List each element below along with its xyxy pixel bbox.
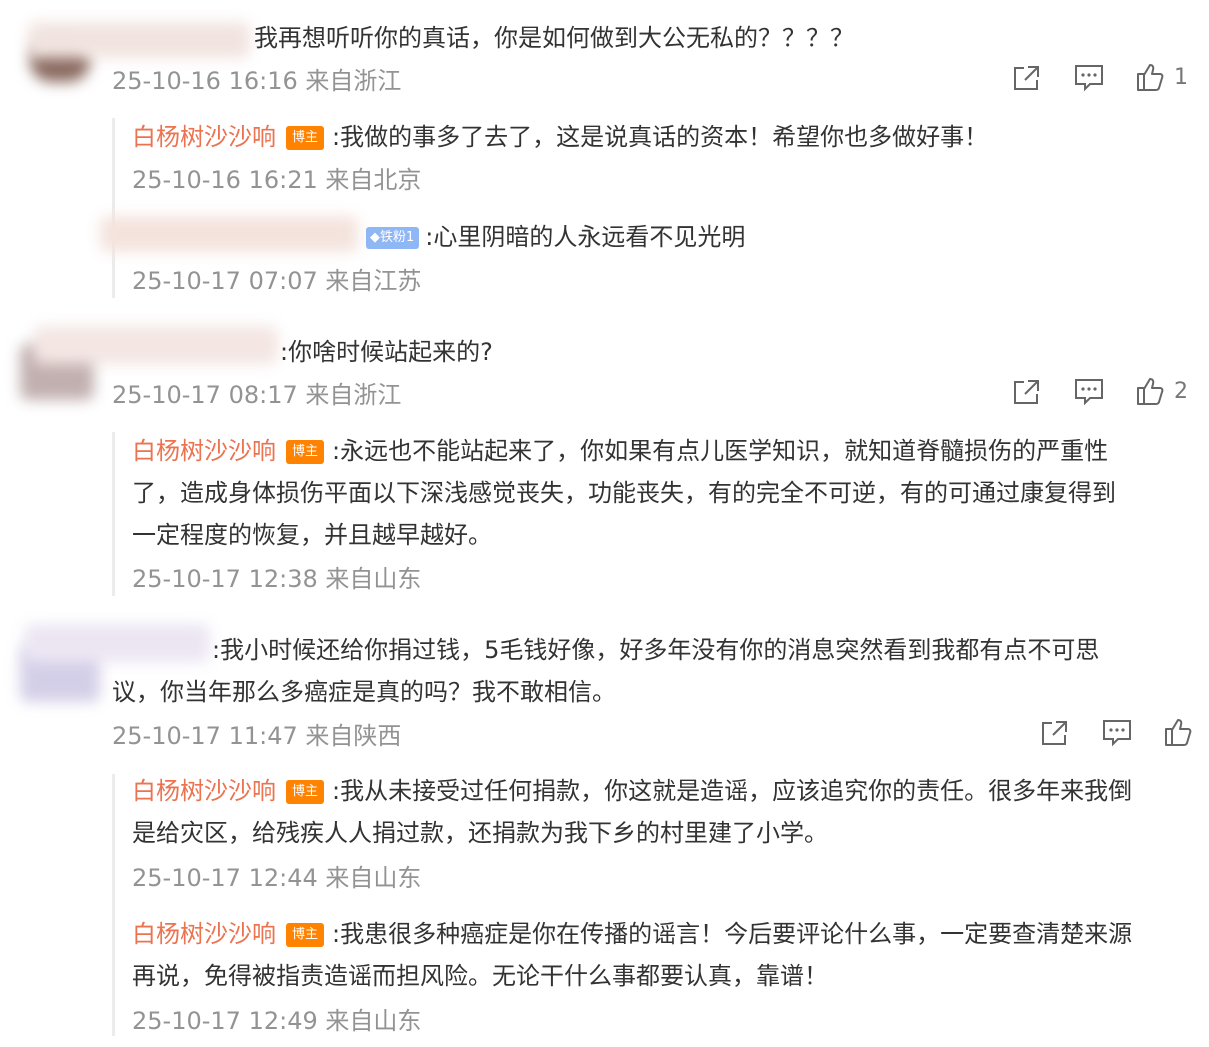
reply-meta: 25-10-16 16:21 来自北京 xyxy=(132,166,422,194)
comment-button[interactable] xyxy=(1074,64,1104,92)
reply-text-line: 了，造成身体损伤平面以下深浅感觉丧失，功能丧失，有的完全不可逆，有的可通过康复得… xyxy=(132,479,1116,507)
comment-icon xyxy=(1103,720,1131,747)
like-count: 1 xyxy=(1174,64,1188,90)
comment-icon xyxy=(1075,379,1103,406)
host-badge: 博主 xyxy=(286,923,324,947)
comment-meta: 25-10-17 08:17 来自浙江 xyxy=(112,381,402,409)
comment-icon xyxy=(1075,65,1103,92)
comment-text: :你啥时候站起来的? xyxy=(280,338,493,366)
like-count: 2 xyxy=(1174,378,1188,404)
reply-text-line: 是给灾区，给残疾人人捐过款，还捐款为我下乡的村里建了小学。 xyxy=(132,819,828,847)
comment-button[interactable] xyxy=(1102,719,1132,747)
reply-text-line: :我患很多种癌症是你在传播的谣言！今后要评论什么事，一定要查清楚来源 xyxy=(332,920,1133,948)
host-badge: 博主 xyxy=(286,126,324,150)
reply-text: :我做的事多了去了，这是说真话的资本！希望你也多做好事！ xyxy=(332,123,989,151)
reply-text-line: 一定程度的恢复，并且越早越好。 xyxy=(132,521,492,549)
like-button[interactable]: 2 xyxy=(1136,376,1188,406)
share-button[interactable] xyxy=(1040,719,1070,747)
host-badge: 博主 xyxy=(286,440,324,464)
share-icon xyxy=(1014,380,1039,404)
reply-2-1: 白杨树沙沙响 博主 :永远也不能站起来了，你如果有点儿医学知识，就知道脊髓损伤的严重… xyxy=(132,430,1192,556)
comment-text: :我小时候还给你捐过钱，5毛钱好像，好多年没有你的消息突然看到我都有点不可思 议… xyxy=(112,629,1192,713)
username-blurred[interactable] xyxy=(100,216,358,252)
diamond-icon: ◆ xyxy=(370,230,380,245)
share-button[interactable] xyxy=(1012,378,1042,406)
like-button[interactable] xyxy=(1164,717,1192,747)
reply-meta: 25-10-17 12:49 来自山东 xyxy=(132,1007,422,1035)
like-icon xyxy=(1137,64,1164,91)
like-icon xyxy=(1165,719,1192,746)
username-blurred[interactable] xyxy=(28,22,250,58)
reply-3-2: 白杨树沙沙响 博主 :我患很多种癌症是你在传播的谣言！今后要评论什么事，一定要查清楚… xyxy=(132,913,1192,997)
comment-meta: 25-10-17 11:47 来自陕西 xyxy=(112,722,402,750)
reply-author[interactable]: 白杨树沙沙响 xyxy=(132,437,276,465)
fan-badge: ◆铁粉1 xyxy=(366,227,420,249)
reply-author[interactable]: 白杨树沙沙响 xyxy=(132,123,276,151)
comment-text-line: :我小时候还给你捐过钱，5毛钱好像，好多年没有你的消息突然看到我都有点不可思 xyxy=(212,636,1100,664)
username-blurred[interactable] xyxy=(34,326,278,364)
reply-meta: 25-10-17 12:44 来自山东 xyxy=(132,864,422,892)
comment-text-line: 议，你当年那么多癌症是真的吗？我不敢相信。 xyxy=(112,678,616,706)
share-icon xyxy=(1042,721,1067,745)
reply-divider xyxy=(112,774,115,1036)
reply-1-2: ◆铁粉1:心里阴暗的人永远看不见光明 xyxy=(362,216,745,258)
reply-1-1: 白杨树沙沙响 博主 :我做的事多了去了，这是说真话的资本！希望你也多做好事！ xyxy=(132,116,988,158)
reply-author[interactable]: 白杨树沙沙响 xyxy=(132,920,276,948)
like-button[interactable]: 1 xyxy=(1136,62,1188,92)
reply-text-line: :永远也不能站起来了，你如果有点儿医学知识，就知道脊髓损伤的严重性 xyxy=(332,437,1109,465)
host-badge: 博主 xyxy=(286,780,324,804)
comment-meta: 25-10-16 16:16 来自浙江 xyxy=(112,67,402,95)
reply-text: :心里阴暗的人永远看不见光明 xyxy=(425,223,746,251)
comment-text: 我再想听听你的真话，你是如何做到大公无私的？？？？ xyxy=(254,24,854,52)
share-icon xyxy=(1014,66,1039,90)
reply-divider xyxy=(112,432,115,596)
comment-button[interactable] xyxy=(1074,378,1104,406)
share-button[interactable] xyxy=(1012,64,1042,92)
like-icon xyxy=(1137,378,1164,405)
reply-meta: 25-10-17 12:38 来自山东 xyxy=(132,565,422,593)
reply-text-line: :我从未接受过任何捐款，你这就是造谣，应该追究你的责任。很多年来我倒 xyxy=(332,777,1133,805)
reply-meta: 25-10-17 07:07 来自江苏 xyxy=(132,267,422,295)
reply-divider xyxy=(112,118,115,298)
reply-author[interactable]: 白杨树沙沙响 xyxy=(132,777,276,805)
reply-3-1: 白杨树沙沙响 博主 :我从未接受过任何捐款，你这就是造谣，应该追究你的责任。很多年来… xyxy=(132,770,1192,854)
reply-text-line: 再说，免得被指责造谣而担风险。无论干什么事都要认真，靠谱！ xyxy=(132,962,828,990)
